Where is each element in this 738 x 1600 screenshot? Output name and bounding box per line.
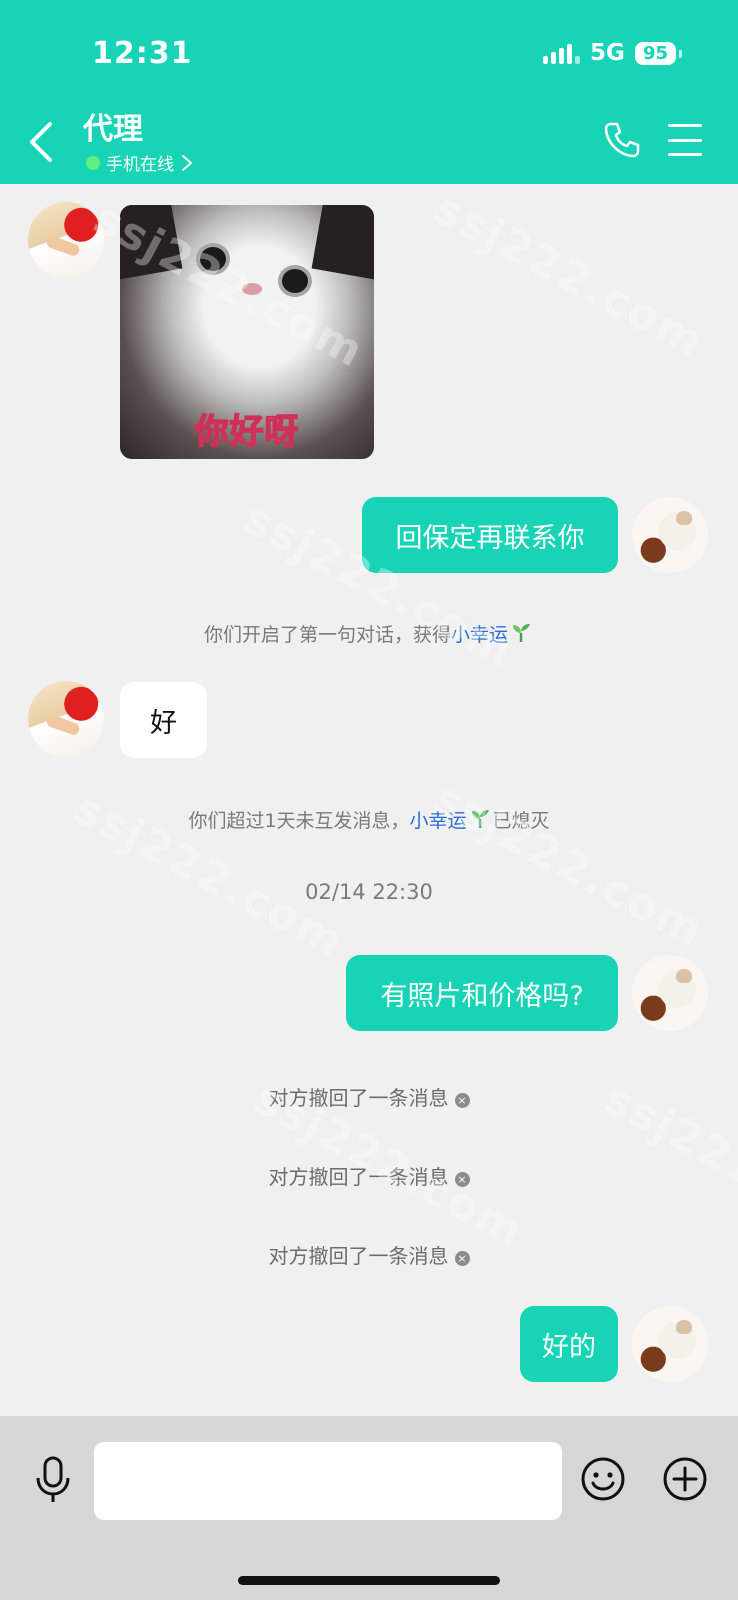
lucky-link[interactable]: 小幸运 (410, 810, 467, 832)
battery-icon: 95 (634, 41, 683, 65)
plus-icon[interactable] (662, 1456, 708, 1502)
online-status-label: 手机在线 (106, 155, 174, 175)
sprout-icon (513, 624, 531, 642)
system-message: 你们开启了第一句对话，获得小幸运 (0, 620, 738, 647)
sticker-image[interactable]: 你好呀 (120, 205, 374, 459)
back-icon[interactable] (26, 120, 56, 164)
my-avatar[interactable] (632, 1306, 708, 1382)
contact-avatar[interactable] (28, 681, 104, 757)
close-icon: × (454, 1251, 470, 1266)
sprout-icon (471, 810, 489, 828)
recall-notice: 对方撤回了一条消息 × (0, 1161, 738, 1190)
status-time: 12:31 (92, 36, 193, 71)
contact-avatar[interactable] (28, 202, 104, 278)
input-bar (0, 1416, 738, 1600)
lucky-link[interactable]: 小幸运 (451, 624, 508, 646)
message-bubble-sent[interactable]: 有照片和价格吗? (346, 955, 618, 1031)
close-icon: × (454, 1172, 470, 1187)
phone-icon[interactable] (602, 120, 642, 160)
my-avatar[interactable] (632, 497, 708, 573)
message-bubble-received[interactable]: 好 (120, 682, 207, 758)
close-icon: × (454, 1093, 470, 1108)
contact-name[interactable]: 代理 (83, 104, 143, 148)
online-status[interactable]: 手机在线 (86, 150, 194, 175)
watermark-text: ssj222.com (425, 182, 713, 369)
online-dot-icon (86, 155, 100, 170)
network-type: 5G (590, 40, 625, 66)
status-indicators: 5G 95 (543, 40, 683, 66)
recall-notice: 对方撤回了一条消息 × (0, 1240, 738, 1269)
home-indicator[interactable] (238, 1576, 500, 1585)
watermark-text: ssj222.com (425, 772, 713, 959)
message-timestamp: 02/14 22:30 (305, 880, 433, 904)
microphone-icon[interactable] (30, 1454, 76, 1506)
chat-header: 12:31 5G 95 代理 手机在线 (0, 0, 738, 184)
message-bubble-sent[interactable]: 好的 (520, 1306, 618, 1382)
message-bubble-sent[interactable]: 回保定再联系你 (362, 497, 618, 573)
emoji-icon[interactable] (580, 1456, 626, 1502)
system-message: 你们超过1天未互发消息，小幸运 已熄灭 (188, 810, 550, 832)
recall-notice: 对方撤回了一条消息 × (0, 1082, 738, 1111)
sticker-text: 你好呀 (194, 411, 300, 453)
menu-icon[interactable] (668, 124, 702, 156)
message-input[interactable] (94, 1442, 562, 1520)
my-avatar[interactable] (632, 955, 708, 1031)
signal-icon (543, 42, 581, 64)
chevron-right-icon (182, 154, 193, 171)
